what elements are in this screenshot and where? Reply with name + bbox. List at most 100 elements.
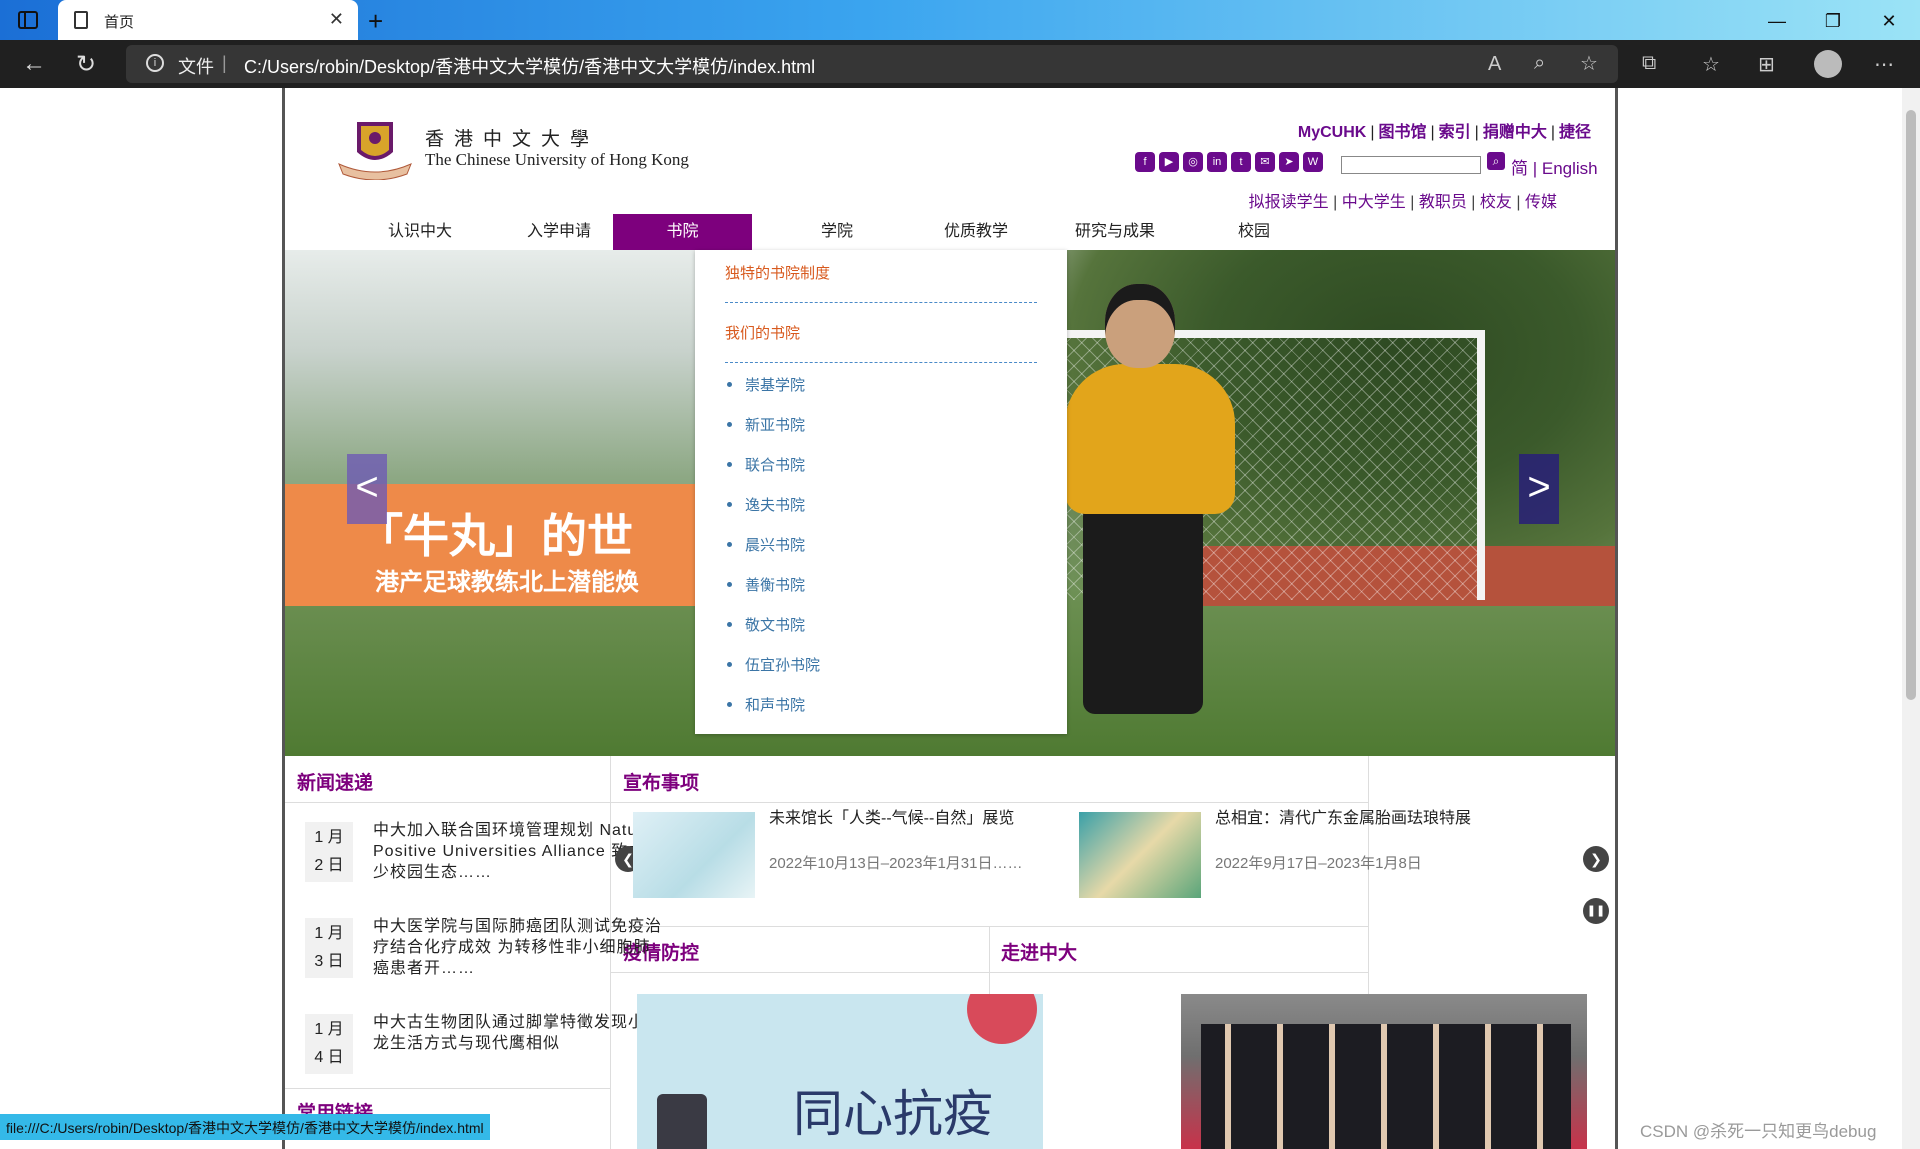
college-link[interactable]: 新亚书院: [725, 414, 820, 454]
back-icon[interactable]: ←: [22, 50, 46, 78]
announcements-pause-icon[interactable]: ❚❚: [1583, 898, 1609, 924]
close-window-icon[interactable]: ✕: [1878, 10, 1900, 32]
top-links: MyCUHK | 图书馆 | 索引 | 捐赠中大 | 捷径: [1296, 124, 1593, 141]
extensions-icon[interactable]: ⧉: [1642, 52, 1656, 75]
hero-title[interactable]: 「牛丸」的世: [357, 500, 633, 566]
favorites-icon[interactable]: ☆: [1702, 52, 1720, 77]
menu-divider: [725, 362, 1037, 363]
status-bar-url: file:///C:/Users/robin/Desktop/香港中文大学模仿/…: [0, 1114, 490, 1140]
link-mycuhk[interactable]: MyCUHK: [1296, 124, 1368, 141]
news-month: 1 月: [314, 925, 344, 942]
college-link[interactable]: 敬文书院: [725, 614, 820, 654]
link-alumni[interactable]: 校友: [1480, 194, 1512, 211]
news-item[interactable]: 1 月 3 日 中大医学院与国际肺癌团队测试免疫治疗结合化疗成效 为转移性非小细胞…: [305, 918, 661, 988]
audience-links: 拟报读学生 | 中大学生 | 教职员 | 校友 | 传媒: [1248, 194, 1557, 211]
profile-avatar[interactable]: [1814, 50, 1842, 78]
news-headline[interactable]: 中大医学院与国际肺癌团队测试免疫治疗结合化疗成效 为转移性非小细胞肺癌患者开……: [373, 916, 663, 979]
epidemic-banner[interactable]: 同心抗疫: [637, 994, 1043, 1149]
announcement-date: 2022年10月13日–2023年1月31日……: [769, 855, 1023, 872]
address-bar[interactable]: i 文件 | C:/Users/robin/Desktop/香港中文大学模仿/香…: [126, 45, 1618, 83]
link-library[interactable]: 图书馆: [1376, 124, 1428, 141]
logo-chinese-name: 香港中文大學: [425, 128, 600, 150]
news-item[interactable]: 1 月 4 日 中大古生物团队通过脚掌特徵发现小盗龙生活方式与现代鹰相似: [305, 1014, 661, 1084]
minimize-icon[interactable]: —: [1766, 10, 1788, 32]
news-headline[interactable]: 中大古生物团队通过脚掌特徵发现小盗龙生活方式与现代鹰相似: [373, 1012, 663, 1054]
twitter-icon[interactable]: t: [1231, 152, 1251, 172]
more-menu-icon[interactable]: ⋯: [1874, 52, 1894, 77]
announcement-title[interactable]: 总相宜：清代广东金属胎画珐琅特展: [1215, 808, 1485, 830]
college-list: 崇基学院 新亚书院 联合书院 逸夫书院 晨兴书院 善衡书院 敬文书院 伍宜孙书院…: [725, 374, 820, 734]
cuhk-logo-icon[interactable]: [335, 118, 415, 180]
weibo-icon[interactable]: W: [1303, 152, 1323, 172]
news-item[interactable]: 1 月2 日 中大加入联合国环境管理规划 Nature Positive Uni…: [305, 822, 661, 892]
explore-photo[interactable]: [1181, 994, 1587, 1149]
slideshow-next-button[interactable]: >: [1519, 454, 1559, 524]
linkedin-icon[interactable]: in: [1207, 152, 1227, 172]
telegram-icon[interactable]: ➤: [1279, 152, 1299, 172]
lang-english-link[interactable]: English: [1542, 159, 1598, 178]
announcement-card[interactable]: 未来馆长「人类--气候--自然」展览 2022年10月13日–2023年1月31…: [633, 808, 1053, 898]
instagram-icon[interactable]: ◎: [1183, 152, 1203, 172]
section-divider: [285, 1088, 610, 1089]
college-link[interactable]: 逸夫书院: [725, 494, 820, 534]
link-media[interactable]: 传媒: [1525, 194, 1557, 211]
college-link[interactable]: 晨兴书院: [725, 534, 820, 574]
search-icon[interactable]: ⌕: [1487, 152, 1505, 170]
vertical-scrollbar[interactable]: [1902, 88, 1920, 1149]
link-index[interactable]: 索引: [1437, 124, 1473, 141]
link-students[interactable]: 中大学生: [1342, 194, 1406, 211]
news-month: 1 月: [314, 829, 344, 846]
refresh-icon[interactable]: ↻: [76, 50, 96, 79]
info-icon[interactable]: i: [146, 54, 164, 72]
announcement-card[interactable]: 总相宜：清代广东金属胎画珐琅特展 2022年9月17日–2023年1月8日: [1079, 808, 1499, 898]
scrollbar-thumb[interactable]: [1906, 110, 1916, 700]
collections-icon[interactable]: ⊞: [1758, 52, 1775, 77]
new-tab-icon[interactable]: +: [368, 6, 383, 37]
tab-title: 首页: [104, 14, 135, 31]
sidebar-toggle-icon[interactable]: [18, 11, 38, 29]
browser-tab[interactable]: 首页 ✕: [58, 0, 358, 40]
announcement-thumbnail[interactable]: [1079, 812, 1201, 898]
colleges-dropdown-menu: 独特的书院制度 我们的书院 崇基学院 新亚书院 联合书院 逸夫书院 晨兴书院 善…: [695, 250, 1067, 734]
read-aloud-icon[interactable]: A: [1488, 53, 1501, 76]
news-section-title[interactable]: 新闻速递: [297, 768, 373, 795]
close-tab-icon[interactable]: ✕: [329, 9, 344, 30]
search-input[interactable]: [1341, 156, 1481, 174]
college-link[interactable]: 和声书院: [725, 694, 820, 734]
menu-heading-our-colleges[interactable]: 我们的书院: [725, 322, 800, 343]
announcement-thumbnail[interactable]: [633, 812, 755, 898]
college-link[interactable]: 联合书院: [725, 454, 820, 494]
college-link[interactable]: 善衡书院: [725, 574, 820, 614]
section-divider: [611, 972, 1369, 973]
news-day: 3 日: [314, 953, 344, 970]
youtube-icon[interactable]: ▶: [1159, 152, 1179, 172]
url-text[interactable]: C:/Users/robin/Desktop/香港中文大学模仿/香港中文大学模仿…: [244, 53, 815, 79]
wechat-icon[interactable]: ✉: [1255, 152, 1275, 172]
restore-icon[interactable]: ❐: [1822, 10, 1844, 32]
page-icon: [74, 11, 88, 29]
virus-graphic: [967, 994, 1037, 1044]
link-shortcuts[interactable]: 捷径: [1557, 124, 1593, 141]
college-link[interactable]: 伍宜孙书院: [725, 654, 820, 694]
lang-simplified-link[interactable]: 简: [1511, 159, 1528, 178]
link-prospective-students[interactable]: 拟报读学生: [1249, 194, 1329, 211]
language-switch: 简 | English: [1511, 159, 1598, 178]
announcements-next-icon[interactable]: ❯: [1583, 846, 1609, 872]
facebook-icon[interactable]: f: [1135, 152, 1155, 172]
slideshow-prev-button[interactable]: <: [347, 454, 387, 524]
favorite-add-icon[interactable]: ☆: [1580, 51, 1598, 76]
announcement-date: 2022年9月17日–2023年1月8日: [1215, 855, 1422, 872]
link-donate[interactable]: 捐赠中大: [1481, 124, 1549, 141]
menu-divider: [725, 302, 1037, 303]
social-links: f ▶ ◎ in t ✉ ➤ W: [1135, 152, 1327, 176]
nav-colleges[interactable]: 书院: [613, 214, 752, 250]
link-staff[interactable]: 教职员: [1419, 194, 1467, 211]
nav-campus[interactable]: 校园: [1169, 214, 1339, 250]
announcement-title[interactable]: 未来馆长「人类--气候--自然」展览: [769, 808, 1039, 830]
menu-heading-college-system[interactable]: 独特的书院制度: [725, 262, 830, 283]
college-link[interactable]: 崇基学院: [725, 374, 820, 414]
explore-section-title[interactable]: 走进中大: [1001, 938, 1077, 965]
epidemic-banner-text: 同心抗疫: [793, 1086, 993, 1142]
zoom-icon[interactable]: ⌕: [1534, 52, 1545, 75]
announcements-section-title[interactable]: 宣布事项: [623, 768, 699, 795]
